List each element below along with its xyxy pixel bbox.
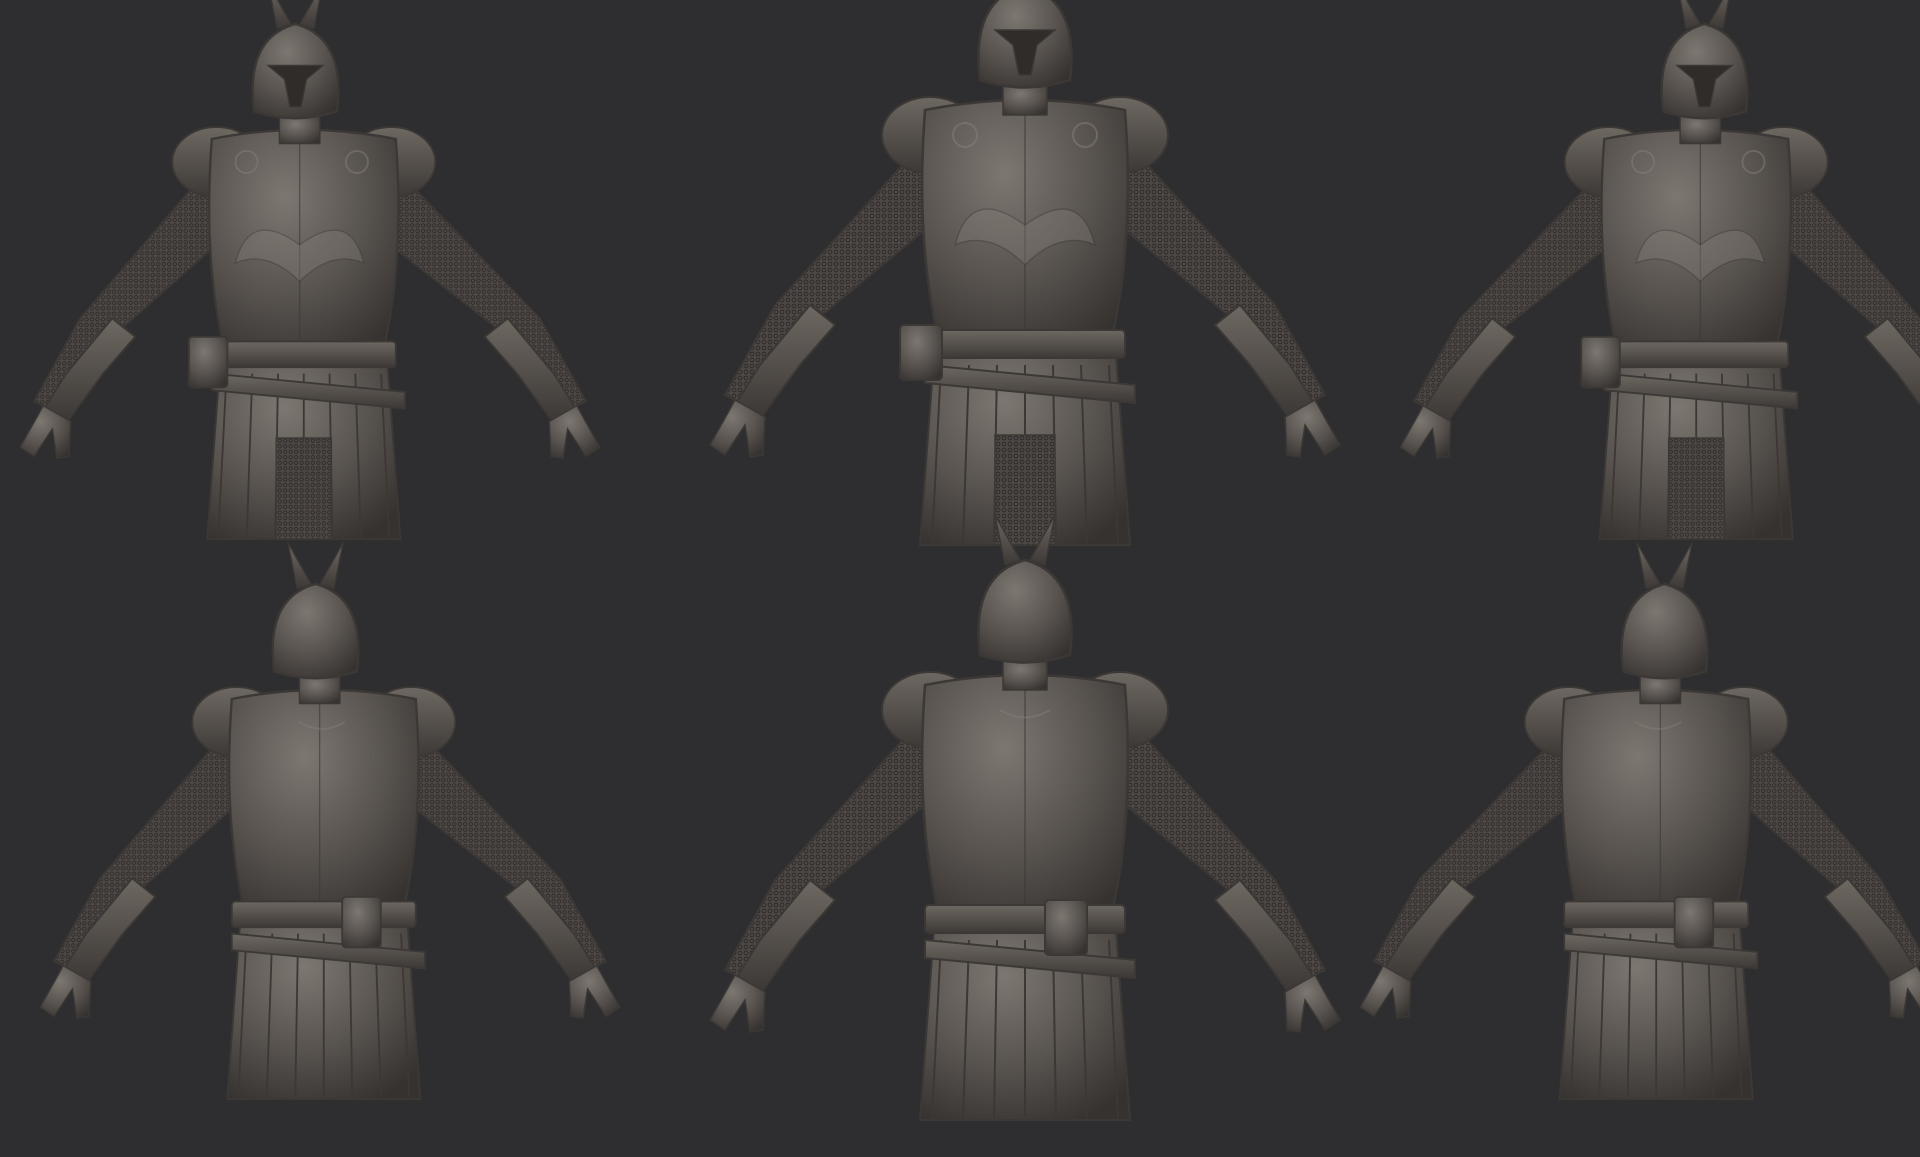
neck-gorget [298, 675, 341, 705]
belt [230, 900, 417, 929]
belt [924, 329, 1126, 359]
backplate [1560, 688, 1752, 917]
neck-gorget [1639, 675, 1682, 705]
belt [210, 340, 397, 369]
belt-pouch [341, 895, 382, 949]
belt [1563, 900, 1750, 929]
belt [924, 904, 1126, 934]
neck-gorget [1002, 659, 1048, 691]
chainmail-apron [275, 437, 333, 540]
neck-gorget [278, 115, 321, 145]
render-sheet [0, 0, 1920, 1157]
belt [1603, 340, 1790, 369]
neck-gorget [1002, 84, 1048, 116]
belt-pouch [1580, 335, 1621, 389]
belt-pouch [1673, 895, 1715, 949]
belt-pouch [1044, 899, 1088, 956]
neck-gorget [1679, 115, 1722, 145]
belt-pouch [187, 335, 229, 389]
chainmail-apron [994, 434, 1056, 546]
backplate [228, 688, 420, 917]
chainmail-apron [1667, 437, 1725, 540]
belt-pouch [899, 324, 943, 381]
